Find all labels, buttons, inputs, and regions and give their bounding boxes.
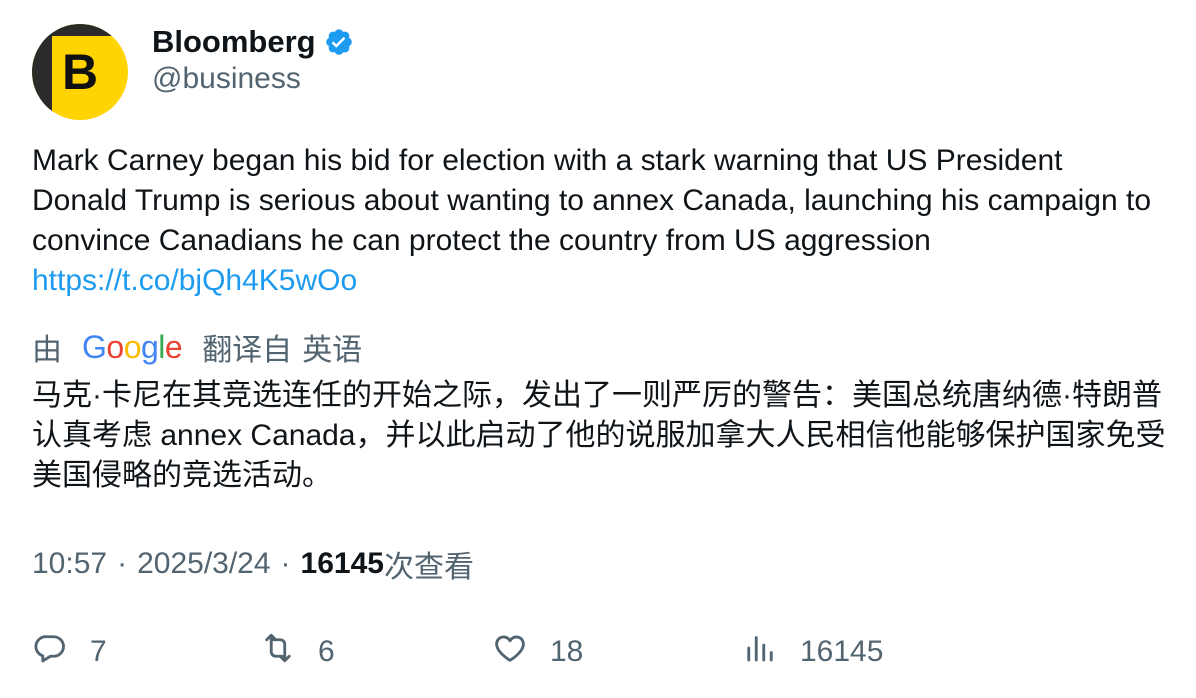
tweet-text: Mark Carney began his bid for election w… <box>32 141 1162 301</box>
translated-by-label: 由 <box>32 334 62 367</box>
tweet-date[interactable]: 2025/3/24 <box>137 547 270 581</box>
retweet-button[interactable]: 6 <box>260 630 335 674</box>
like-button[interactable]: 18 <box>492 630 583 674</box>
reply-count: 7 <box>90 635 107 668</box>
google-logo[interactable]: Google <box>82 329 183 366</box>
tweet-time[interactable]: 10:57 <box>32 547 107 581</box>
tweet-meta: 10:57 · 2025/3/24 · 16145 次查看 <box>32 544 474 584</box>
tweet-link[interactable]: https://t.co/bjQh4K5wOo <box>32 264 357 297</box>
views-count: 16145 <box>300 547 384 580</box>
translation-bar: 由 Google 翻译自 英语 <box>32 326 362 368</box>
views-icon <box>742 630 778 674</box>
author-name-row: Bloomberg <box>152 22 354 62</box>
tweet-card: B Bloomberg @business Mark Carney began … <box>0 0 1196 698</box>
reply-icon <box>32 630 68 674</box>
author-handle[interactable]: @business <box>152 62 301 96</box>
avatar[interactable]: B <box>32 24 128 120</box>
tweet-body: Mark Carney began his bid for election w… <box>32 144 1152 257</box>
reply-button[interactable]: 7 <box>32 630 107 674</box>
like-count: 18 <box>550 635 584 668</box>
like-icon <box>492 630 528 674</box>
verified-badge-icon <box>324 27 354 57</box>
views-button[interactable]: 16145 <box>742 630 883 674</box>
meta-separator: · <box>117 547 128 580</box>
views-label: 次查看 <box>383 551 474 584</box>
avatar-letter: B <box>61 44 99 100</box>
meta-separator: · <box>280 547 291 580</box>
retweet-count: 6 <box>318 635 335 668</box>
retweet-icon <box>260 630 296 674</box>
translated-from-label: 翻译自 <box>202 334 293 367</box>
action-bar: 7 6 18 16145 <box>32 630 1162 674</box>
source-language: 英语 <box>302 334 363 367</box>
views-action-count: 16145 <box>800 635 884 668</box>
translated-text: 马克·卡尼在其竞选连任的开始之际，发出了一则严厉的警告：美国总统唐纳德·特朗普认… <box>32 379 1166 492</box>
display-name[interactable]: Bloomberg <box>152 24 316 60</box>
